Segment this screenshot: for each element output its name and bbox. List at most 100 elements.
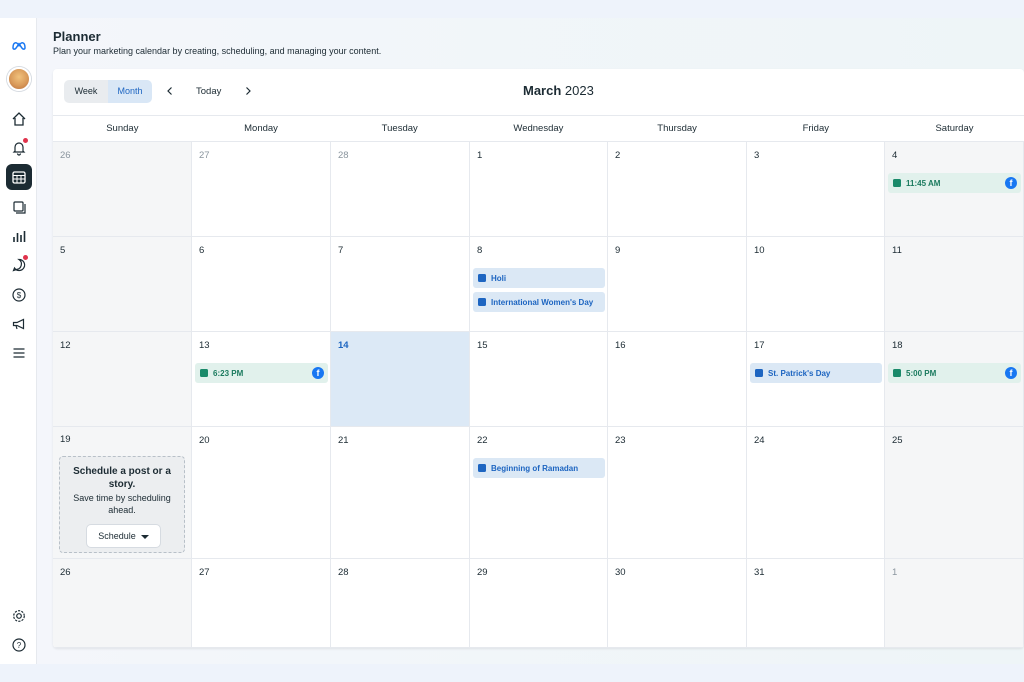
page-subtitle: Plan your marketing calendar by creating… bbox=[53, 46, 382, 56]
monetization-icon[interactable]: $ bbox=[6, 282, 32, 308]
day-cell[interactable]: 1 bbox=[885, 559, 1024, 648]
day-cell[interactable]: 4 11:45 AM f bbox=[885, 142, 1024, 237]
post-icon bbox=[893, 179, 901, 187]
holiday-icon bbox=[478, 274, 486, 282]
day-cell[interactable]: 29 bbox=[470, 559, 608, 648]
month-view-button[interactable]: Month bbox=[108, 80, 152, 103]
profile-avatar[interactable] bbox=[7, 67, 31, 91]
day-cell[interactable]: 17 St. Patrick's Day bbox=[747, 332, 885, 427]
scheduled-post-event[interactable]: 6:23 PM f bbox=[195, 363, 328, 383]
day-cell[interactable]: 16 bbox=[608, 332, 747, 427]
day-cell[interactable]: 11 bbox=[885, 237, 1024, 332]
day-cell[interactable]: 22 Beginning of Ramadan bbox=[470, 427, 608, 559]
day-number: 1 bbox=[477, 150, 483, 161]
settings-icon[interactable] bbox=[6, 603, 32, 629]
day-cell[interactable]: 8 Holi International Women's Day bbox=[470, 237, 608, 332]
day-number: 22 bbox=[477, 435, 488, 446]
holiday-event[interactable]: Beginning of Ramadan bbox=[473, 458, 605, 478]
chevron-right-icon[interactable] bbox=[240, 83, 256, 99]
day-cell[interactable]: 21 bbox=[331, 427, 470, 559]
inbox-icon[interactable] bbox=[6, 252, 32, 278]
day-number: 26 bbox=[60, 150, 71, 161]
day-number: 26 bbox=[60, 567, 71, 578]
holiday-event[interactable]: St. Patrick's Day bbox=[750, 363, 882, 383]
scheduled-post-event[interactable]: 11:45 AM f bbox=[888, 173, 1021, 193]
day-cell[interactable]: 26 bbox=[53, 559, 192, 648]
today-button[interactable]: Today bbox=[196, 86, 221, 97]
day-cell[interactable]: 23 bbox=[608, 427, 747, 559]
day-cell[interactable]: 27 bbox=[192, 559, 331, 648]
day-cell[interactable]: 15 bbox=[470, 332, 608, 427]
day-cell[interactable]: 28 bbox=[331, 559, 470, 648]
day-cell[interactable]: 3 bbox=[747, 142, 885, 237]
event-label: St. Patrick's Day bbox=[768, 368, 831, 378]
day-cell[interactable]: 30 bbox=[608, 559, 747, 648]
holiday-icon bbox=[478, 464, 486, 472]
day-cell[interactable]: 20 bbox=[192, 427, 331, 559]
month-year-title: March 2023 bbox=[523, 83, 594, 98]
day-cell[interactable]: 2 bbox=[608, 142, 747, 237]
svg-text:$: $ bbox=[17, 291, 22, 300]
day-number: 30 bbox=[615, 567, 626, 578]
sidebar: $ ? bbox=[0, 18, 37, 664]
day-number: 2 bbox=[615, 150, 621, 161]
menu-icon[interactable] bbox=[6, 340, 32, 366]
day-cell[interactable]: 27 bbox=[192, 142, 331, 237]
today-day-cell[interactable]: 14 bbox=[331, 332, 470, 427]
holiday-event[interactable]: International Women's Day bbox=[473, 292, 605, 312]
day-cell[interactable]: 19 Schedule a post or a story. Save time… bbox=[53, 427, 192, 559]
home-icon[interactable] bbox=[6, 106, 32, 132]
help-icon[interactable]: ? bbox=[6, 632, 32, 658]
day-cell[interactable]: 9 bbox=[608, 237, 747, 332]
day-number: 12 bbox=[60, 340, 71, 351]
event-label: International Women's Day bbox=[491, 297, 594, 307]
day-cell[interactable]: 5 bbox=[53, 237, 192, 332]
day-cell[interactable]: 12 bbox=[53, 332, 192, 427]
year: 2023 bbox=[564, 83, 594, 98]
day-cell[interactable]: 26 bbox=[53, 142, 192, 237]
day-number: 8 bbox=[477, 245, 483, 256]
day-cell[interactable]: 10 bbox=[747, 237, 885, 332]
scheduled-post-event[interactable]: 5:00 PM f bbox=[888, 363, 1021, 383]
ads-icon[interactable] bbox=[6, 311, 32, 337]
caret-down-icon bbox=[140, 534, 149, 539]
event-time: 5:00 PM bbox=[906, 368, 937, 378]
holiday-event[interactable]: Holi bbox=[473, 268, 605, 288]
day-number: 19 bbox=[60, 434, 71, 445]
day-number: 4 bbox=[892, 150, 898, 161]
day-number: 6 bbox=[199, 245, 205, 256]
day-cell[interactable]: 31 bbox=[747, 559, 885, 648]
event-time: 6:23 PM bbox=[213, 368, 244, 378]
day-number: 15 bbox=[477, 340, 488, 351]
day-number: 27 bbox=[199, 567, 210, 578]
day-number: 31 bbox=[754, 567, 765, 578]
day-cell[interactable]: 18 5:00 PM f bbox=[885, 332, 1024, 427]
calendar-card: Week Month Today March 2023 Sunday Monda… bbox=[53, 69, 1024, 648]
day-number: 7 bbox=[338, 245, 344, 256]
day-number: 11 bbox=[892, 245, 902, 256]
schedule-dropdown-button[interactable]: Schedule bbox=[86, 524, 161, 548]
day-cell[interactable]: 7 bbox=[331, 237, 470, 332]
insights-icon[interactable] bbox=[6, 223, 32, 249]
event-label: Holi bbox=[491, 273, 507, 283]
meta-logo-icon[interactable] bbox=[6, 32, 32, 58]
day-cell[interactable]: 6 bbox=[192, 237, 331, 332]
facebook-icon: f bbox=[1005, 367, 1017, 379]
day-number: 1 bbox=[892, 567, 898, 578]
post-icon bbox=[200, 369, 208, 377]
day-cell[interactable]: 28 bbox=[331, 142, 470, 237]
content-icon[interactable] bbox=[6, 194, 32, 220]
day-cell[interactable]: 13 6:23 PM f bbox=[192, 332, 331, 427]
week-view-button[interactable]: Week bbox=[64, 80, 108, 103]
planner-icon[interactable] bbox=[6, 164, 32, 190]
schedule-prompt-subtitle: Save time by scheduling ahead. bbox=[73, 493, 171, 515]
notifications-icon[interactable] bbox=[6, 135, 32, 161]
day-cell[interactable]: 24 bbox=[747, 427, 885, 559]
holiday-icon bbox=[478, 298, 486, 306]
weekday-sunday: Sunday bbox=[106, 123, 139, 134]
day-cell[interactable]: 25 bbox=[885, 427, 1024, 559]
weekday-saturday: Saturday bbox=[935, 123, 974, 134]
chevron-left-icon[interactable] bbox=[162, 83, 178, 99]
facebook-icon: f bbox=[1005, 177, 1017, 189]
day-cell[interactable]: 1 bbox=[470, 142, 608, 237]
